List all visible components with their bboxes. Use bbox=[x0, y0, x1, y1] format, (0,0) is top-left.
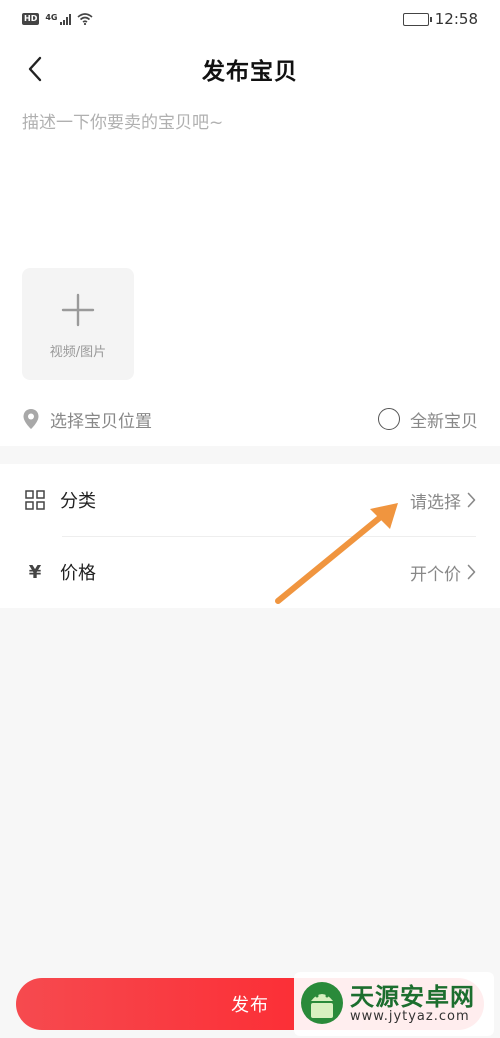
chevron-right-icon bbox=[467, 564, 476, 580]
watermark-text: 天源安卓网 www.jytyaz.com bbox=[350, 982, 475, 1025]
status-time: 12:58 bbox=[434, 10, 478, 28]
category-value-text: 请选择 bbox=[410, 492, 461, 513]
yen-icon: ¥ bbox=[28, 561, 42, 583]
watermark-title: 天源安卓网 bbox=[350, 982, 475, 1011]
compose-section: 发布宝贝 视频/图片 选择宝贝位置 全新宝贝 bbox=[0, 38, 500, 446]
price-label: 价格 bbox=[60, 563, 96, 584]
plus-icon bbox=[61, 293, 95, 326]
price-value-text: 开个价 bbox=[410, 564, 461, 585]
attribute-list: 分类 请选择 ¥ 价格 开个价 bbox=[0, 464, 500, 608]
brand-new-label: 全新宝贝 bbox=[410, 411, 478, 432]
wifi-icon bbox=[77, 13, 94, 25]
category-label: 分类 bbox=[60, 491, 96, 512]
description-input[interactable] bbox=[22, 108, 478, 258]
chevron-left-icon bbox=[28, 56, 42, 82]
location-pin-icon bbox=[23, 409, 39, 429]
select-location-button[interactable]: 选择宝贝位置 bbox=[22, 407, 152, 432]
watermark: 天源安卓网 www.jytyaz.com bbox=[294, 972, 494, 1036]
hd-badge: HD bbox=[22, 13, 40, 25]
chevron-right-icon bbox=[467, 492, 476, 508]
add-media-button[interactable]: 视频/图片 bbox=[22, 268, 134, 380]
location-row: 选择宝贝位置 全新宝贝 bbox=[22, 404, 478, 434]
watermark-url: www.jytyaz.com bbox=[350, 1009, 470, 1025]
back-button[interactable] bbox=[20, 52, 50, 86]
network-type: 4G bbox=[45, 13, 58, 22]
location-label: 选择宝贝位置 bbox=[50, 411, 152, 432]
status-left: HD 4G bbox=[22, 13, 94, 25]
signal-icon bbox=[60, 13, 72, 25]
grid-icon bbox=[24, 490, 46, 510]
status-right: 12:58 bbox=[402, 10, 478, 28]
android-logo-icon bbox=[301, 982, 343, 1024]
category-value: 请选择 bbox=[410, 488, 476, 513]
category-row[interactable]: 分类 请选择 bbox=[0, 464, 500, 536]
price-row[interactable]: ¥ 价格 开个价 bbox=[0, 536, 500, 608]
battery-icon bbox=[402, 12, 432, 26]
price-value: 开个价 bbox=[410, 560, 476, 585]
status-bar: HD 4G 12:58 bbox=[0, 0, 500, 38]
brand-new-toggle[interactable]: 全新宝贝 bbox=[378, 407, 478, 432]
page-title: 发布宝贝 bbox=[202, 59, 298, 85]
add-media-label: 视频/图片 bbox=[49, 344, 107, 360]
header: 发布宝贝 bbox=[0, 38, 500, 100]
brand-new-radio[interactable] bbox=[378, 408, 400, 430]
